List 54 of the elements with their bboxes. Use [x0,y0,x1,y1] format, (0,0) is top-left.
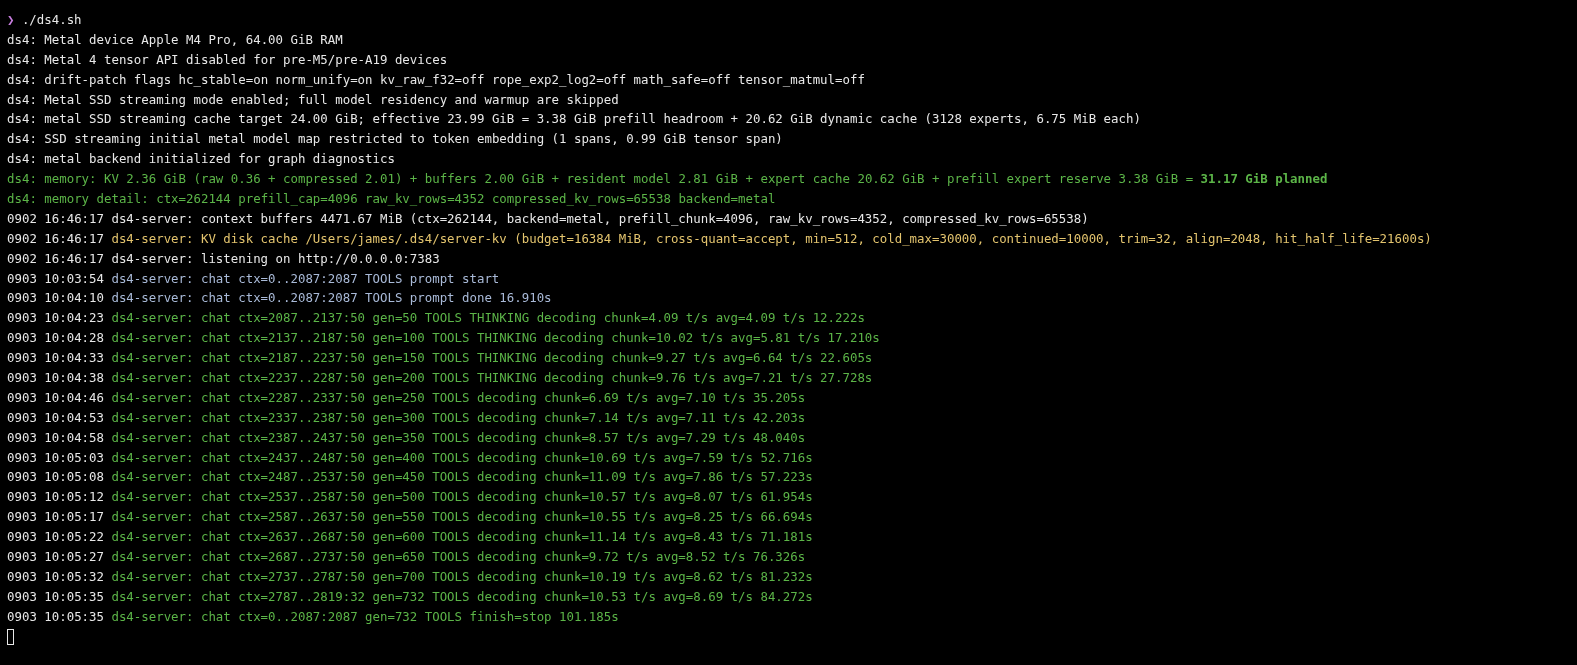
prompt-symbol: ❯ [7,11,15,29]
log-timestamp: 0903 10:05:12 [7,488,104,507]
log-timestamp: 0902 16:46:17 [7,209,104,228]
log-timestamp: 0902 16:46:17 [7,249,104,268]
log-message: ds4-server: chat ctx=2087..2137:50 gen=50 TOOLS THINKING decoding chunk=4.09 t/s avg=4.09 t/s 12.222s [111,309,865,328]
log-timestamp: 0903 10:05:08 [7,468,104,487]
log-timestamp: 0903 10:04:46 [7,388,104,407]
log-message: ds4-server: chat ctx=0..2087:2087 TOOLS prompt done 16.910s [111,289,552,308]
log-timestamp: 0903 10:04:23 [7,309,104,328]
log-message: ds4-server: listening on http://0.0.0.0:7383 [111,249,440,268]
log-message: ds4-server: chat ctx=0..2087:2087 TOOLS prompt start [111,269,500,288]
log-timestamp: 0903 10:04:10 [7,289,104,308]
log-message: ds4-server: chat ctx=2687..2737:50 gen=650 TOOLS decoding chunk=9.72 t/s avg=8.52 t/s 76.326s [111,548,806,567]
log-message: ds4-server: chat ctx=2387..2437:50 gen=350 TOOLS decoding chunk=8.57 t/s avg=7.29 t/s 48.040s [111,428,806,447]
log-message: ds4-server: chat ctx=2337..2387:50 gen=300 TOOLS decoding chunk=7.14 t/s avg=7.11 t/s 42.203s [111,408,806,427]
log-message: ds4-server: chat ctx=2787..2819:32 gen=732 TOOLS decoding chunk=10.53 t/s avg=8.69 t/s 84.272s [111,587,813,606]
log-message: ds4-server: chat ctx=2537..2587:50 gen=500 TOOLS decoding chunk=10.57 t/s avg=8.07 t/s 61.954s [111,488,813,507]
log-message: ds4-server: chat ctx=2187..2237:50 gen=150 TOOLS THINKING decoding chunk=9.27 t/s avg=6.64 t/s 22.605s [111,349,873,368]
log-timestamp: 0903 10:05:35 [7,607,104,626]
log-message: ds4: Metal SSD streaming mode enabled; full model residency and warmup are skipped [7,90,619,109]
command-text: ./ds4.sh [21,11,82,29]
log-message: ds4-server: chat ctx=2587..2637:50 gen=550 TOOLS decoding chunk=10.55 t/s avg=8.25 t/s 66.694s [111,508,813,527]
log-message: ds4: SSD streaming initial metal model map restricted to token embedding (1 spans, 0.99 GiB tensor span) [7,130,783,149]
log-timestamp: 0903 10:05:03 [7,448,104,467]
log-message: ds4-server: chat ctx=2137..2187:50 gen=100 TOOLS THINKING decoding chunk=10.02 t/s avg=5.81 t/s 17.210s [111,329,880,348]
log-message: ds4: Metal 4 tensor API disabled for pre-M5/pre-A19 devices [7,50,448,69]
log-message: ds4-server: context buffers 4471.67 MiB (ctx=262144, backend=metal, prefill_chunk=4096, raw_kv_rows=4352, compressed_kv_rows=65538) [111,209,1089,228]
log-timestamp: 0903 10:04:28 [7,329,104,348]
log-message: ds4: memory: KV 2.36 GiB (raw 0.36 + compressed 2.01) + buffers 2.00 GiB + resident model 2.81 GiB + expert cache 20.62 GiB + prefill expert reserve 3.38 GiB = 31.17 GiB planned [7,170,1328,189]
log-message: ds4-server: KV disk cache /Users/james/.ds4/server-kv (budget=16384 MiB, cross-quant=accept, min=512, cold_max=30000, continued=10000, trim=32, align=2048, hit_half_life=21600s) [111,229,1432,248]
log-timestamp: 0903 10:05:35 [7,587,104,606]
log-message: ds4: metal backend initialized for graph diagnostics [7,150,395,169]
log-timestamp: 0902 16:46:17 [7,229,104,248]
log-timestamp: 0903 10:05:17 [7,508,104,527]
log-message: ds4-server: chat ctx=2737..2787:50 gen=700 TOOLS decoding chunk=10.19 t/s avg=8.62 t/s 81.232s [111,567,813,586]
log-timestamp: 0903 10:04:38 [7,369,104,388]
log-timestamp: 0903 10:04:58 [7,428,104,447]
log-message: ds4-server: chat ctx=0..2087:2087 gen=732 TOOLS finish=stop 101.185s [111,607,619,626]
log-message: ds4-server: chat ctx=2637..2687:50 gen=600 TOOLS decoding chunk=11.14 t/s avg=8.43 t/s 71.181s [111,528,813,547]
log-message: ds4: memory detail: ctx=262144 prefill_cap=4096 raw_kv_rows=4352 compressed_kv_rows=65538 backend=metal [7,190,776,208]
log-message: ds4: Metal device Apple M4 Pro, 64.00 GiB RAM [7,30,343,49]
log-timestamp: 0903 10:05:27 [7,548,104,567]
log-message: ds4-server: chat ctx=2287..2337:50 gen=250 TOOLS decoding chunk=6.69 t/s avg=7.10 t/s 35.205s [111,388,806,407]
log-timestamp: 0903 10:04:33 [7,349,104,368]
log-timestamp: 0903 10:05:32 [7,567,104,586]
log-message: ds4-server: chat ctx=2437..2487:50 gen=400 TOOLS decoding chunk=10.69 t/s avg=7.59 t/s 52.716s [111,448,813,467]
text-cursor [7,628,14,645]
log-message: ds4-server: chat ctx=2237..2287:50 gen=200 TOOLS THINKING decoding chunk=9.76 t/s avg=7.21 t/s 27.728s [111,369,873,388]
log-message: ds4: metal SSD streaming cache target 24.00 GiB; effective 23.99 GiB = 3.38 GiB prefill headroom + 20.62 GiB dynamic cache (3128 experts, 6.75 MiB each) [7,110,1141,129]
log-timestamp: 0903 10:03:54 [7,269,104,288]
log-message: ds4: drift-patch flags hc_stable=on norm_unify=on kv_raw_f32=off rope_exp2_log2=off math_safe=off tensor_matmul=off [7,70,865,89]
log-message: ds4-server: chat ctx=2487..2537:50 gen=450 TOOLS decoding chunk=11.09 t/s avg=7.86 t/s 57.223s [111,468,813,487]
log-timestamp: 0903 10:05:22 [7,528,104,547]
log-timestamp: 0903 10:04:53 [7,408,104,427]
